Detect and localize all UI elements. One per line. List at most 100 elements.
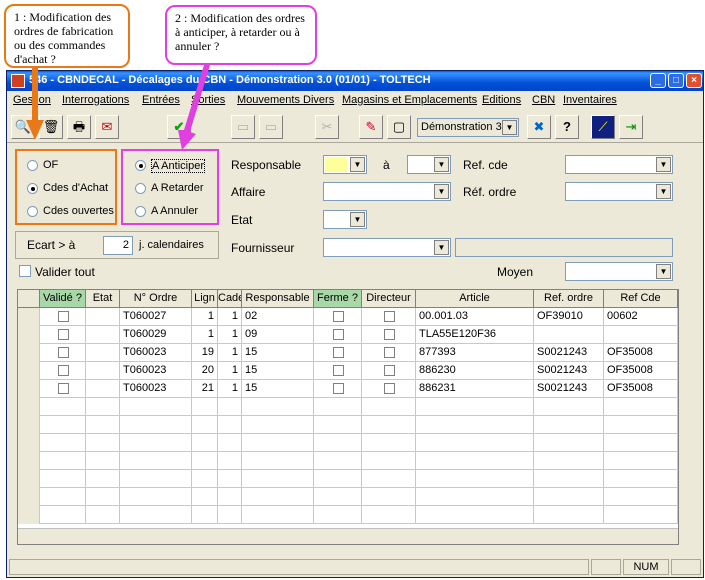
responsable-to-field[interactable]: ▼ (407, 155, 451, 174)
responsable-field[interactable]: ▼ (323, 155, 367, 174)
col-directeur[interactable]: Directeur (362, 290, 416, 308)
table-cell (242, 488, 314, 506)
chevron-down-icon: ▼ (502, 120, 517, 135)
row-checkbox[interactable] (57, 383, 69, 394)
affaire-field[interactable]: ▼ (323, 182, 451, 201)
delete-icon[interactable]: 🗑 (39, 115, 63, 139)
menu-sorties[interactable]: Sorties (191, 94, 225, 106)
col-article[interactable]: Article (416, 290, 534, 308)
table-cell: T060023 (120, 362, 192, 380)
table-row[interactable] (18, 488, 678, 506)
help-icon[interactable]: ? (555, 115, 579, 139)
table-row[interactable] (18, 470, 678, 488)
row-checkbox[interactable] (332, 347, 344, 358)
disabled-icon: ▭ (231, 115, 255, 139)
row-checkbox[interactable] (383, 347, 395, 358)
row-checkbox[interactable] (383, 365, 395, 376)
eraser-icon[interactable]: ✎ (359, 115, 383, 139)
preview-icon[interactable]: 🔍 (11, 115, 35, 139)
menu-magasins[interactable]: Magasins et Emplacements (342, 94, 477, 106)
radio-annuler[interactable] (135, 206, 146, 217)
chart-icon[interactable]: ⟋ (591, 115, 615, 139)
table-cell (218, 470, 242, 488)
table-row[interactable]: T060023 19 1 15 877393 S0021243 OF35008 (18, 344, 678, 362)
row-checkbox[interactable] (332, 311, 344, 322)
print-icon[interactable]: 🖶 (67, 115, 91, 139)
menu-cbn[interactable]: CBN (532, 94, 555, 106)
table-row[interactable]: T060023 21 1 15 886231 S0021243 OF35008 (18, 380, 678, 398)
col-ref-ordre[interactable]: Ref. ordre (534, 290, 604, 308)
col-responsable[interactable]: Responsable (242, 290, 314, 308)
new-document-icon[interactable]: ▢ (387, 115, 411, 139)
row-checkbox[interactable] (57, 365, 69, 376)
company-combo[interactable]: Démonstration 3 ▼ (417, 118, 519, 137)
row-checkbox[interactable] (383, 383, 395, 394)
menu-inventaires[interactable]: Inventaires (563, 94, 617, 106)
row-checkbox[interactable] (383, 311, 395, 322)
table-cell: 886230 (416, 362, 534, 380)
col-ref-cde[interactable]: Ref Cde (604, 290, 678, 308)
table-cell (40, 470, 86, 488)
menu-editions[interactable]: Editions (482, 94, 521, 106)
radio-cdes-achat[interactable] (27, 183, 38, 194)
table-cell: 1 (218, 344, 242, 362)
col-ordre[interactable]: N° Ordre (120, 290, 192, 308)
ecart-label: Ecart > à (27, 238, 76, 252)
tools-icon[interactable]: ✖ (527, 115, 551, 139)
menu-entrees[interactable]: Entrées (142, 94, 180, 106)
col-lign[interactable]: Lign (192, 290, 218, 308)
row-checkbox[interactable] (332, 365, 344, 376)
radio-of[interactable] (27, 160, 38, 171)
table-row[interactable] (18, 452, 678, 470)
callout-anticiper: 2 : Modification des ordres à anticiper,… (165, 5, 317, 65)
radio-cdes-ouvertes[interactable] (27, 206, 38, 217)
moyen-field[interactable]: ▼ (565, 262, 673, 281)
table-row[interactable] (18, 398, 678, 416)
radio-anticiper[interactable] (135, 160, 146, 171)
row-checkbox[interactable] (57, 347, 69, 358)
menu-mouvements-divers[interactable]: Mouvements Divers (237, 94, 334, 106)
table-cell: T060023 (120, 344, 192, 362)
cut-icon: ✂ (315, 115, 339, 139)
etat-field[interactable]: ▼ (323, 210, 367, 229)
col-cade[interactable]: Cade (218, 290, 242, 308)
table-cell: 1 (192, 308, 218, 326)
table-cell (534, 452, 604, 470)
table-row[interactable]: T060029 1 1 09 TLA55E120F36 (18, 326, 678, 344)
ecart-input[interactable]: 2 (103, 236, 133, 255)
minimize-button[interactable]: _ (650, 73, 666, 88)
validate-icon[interactable]: ✔ (167, 115, 191, 139)
grid-scrollbar[interactable] (18, 528, 678, 544)
row-checkbox[interactable] (332, 383, 344, 394)
application-window: 546 - CBNDECAL - Décalages du CBN - Démo… (6, 70, 704, 578)
table-cell (362, 452, 416, 470)
row-checkbox[interactable] (57, 311, 69, 322)
menu-interrogations[interactable]: Interrogations (62, 94, 129, 106)
col-valide[interactable]: Validé ? (40, 290, 86, 308)
table-row[interactable] (18, 416, 678, 434)
row-checkbox[interactable] (57, 329, 69, 340)
table-cell (18, 434, 40, 452)
table-row[interactable]: T060027 1 1 02 00.001.03 OF39010 00602 (18, 308, 678, 326)
row-checkbox[interactable] (332, 329, 344, 340)
col-etat[interactable]: Etat (86, 290, 120, 308)
table-row[interactable] (18, 506, 678, 524)
exit-icon[interactable]: ⇥ (619, 115, 643, 139)
num-indicator: NUM (623, 559, 669, 575)
maximize-button[interactable]: □ (668, 73, 684, 88)
ref-cde-field[interactable]: ▼ (565, 155, 673, 174)
mail-icon[interactable]: ✉ (95, 115, 119, 139)
ref-ordre-field[interactable]: ▼ (565, 182, 673, 201)
table-cell: 02 (242, 308, 314, 326)
table-row[interactable]: T060023 20 1 15 886230 S0021243 OF35008 (18, 362, 678, 380)
fournisseur-field[interactable]: ▼ (323, 238, 451, 257)
close-button[interactable]: × (686, 73, 702, 88)
valider-tout-checkbox[interactable] (19, 265, 31, 277)
col-ferme[interactable]: Ferme ? (314, 290, 362, 308)
table-row[interactable] (18, 434, 678, 452)
table-cell (314, 398, 362, 416)
row-checkbox[interactable] (383, 329, 395, 340)
radio-retarder[interactable] (135, 183, 146, 194)
menu-gestion[interactable]: Gestion (13, 94, 51, 106)
table-cell (192, 506, 218, 524)
